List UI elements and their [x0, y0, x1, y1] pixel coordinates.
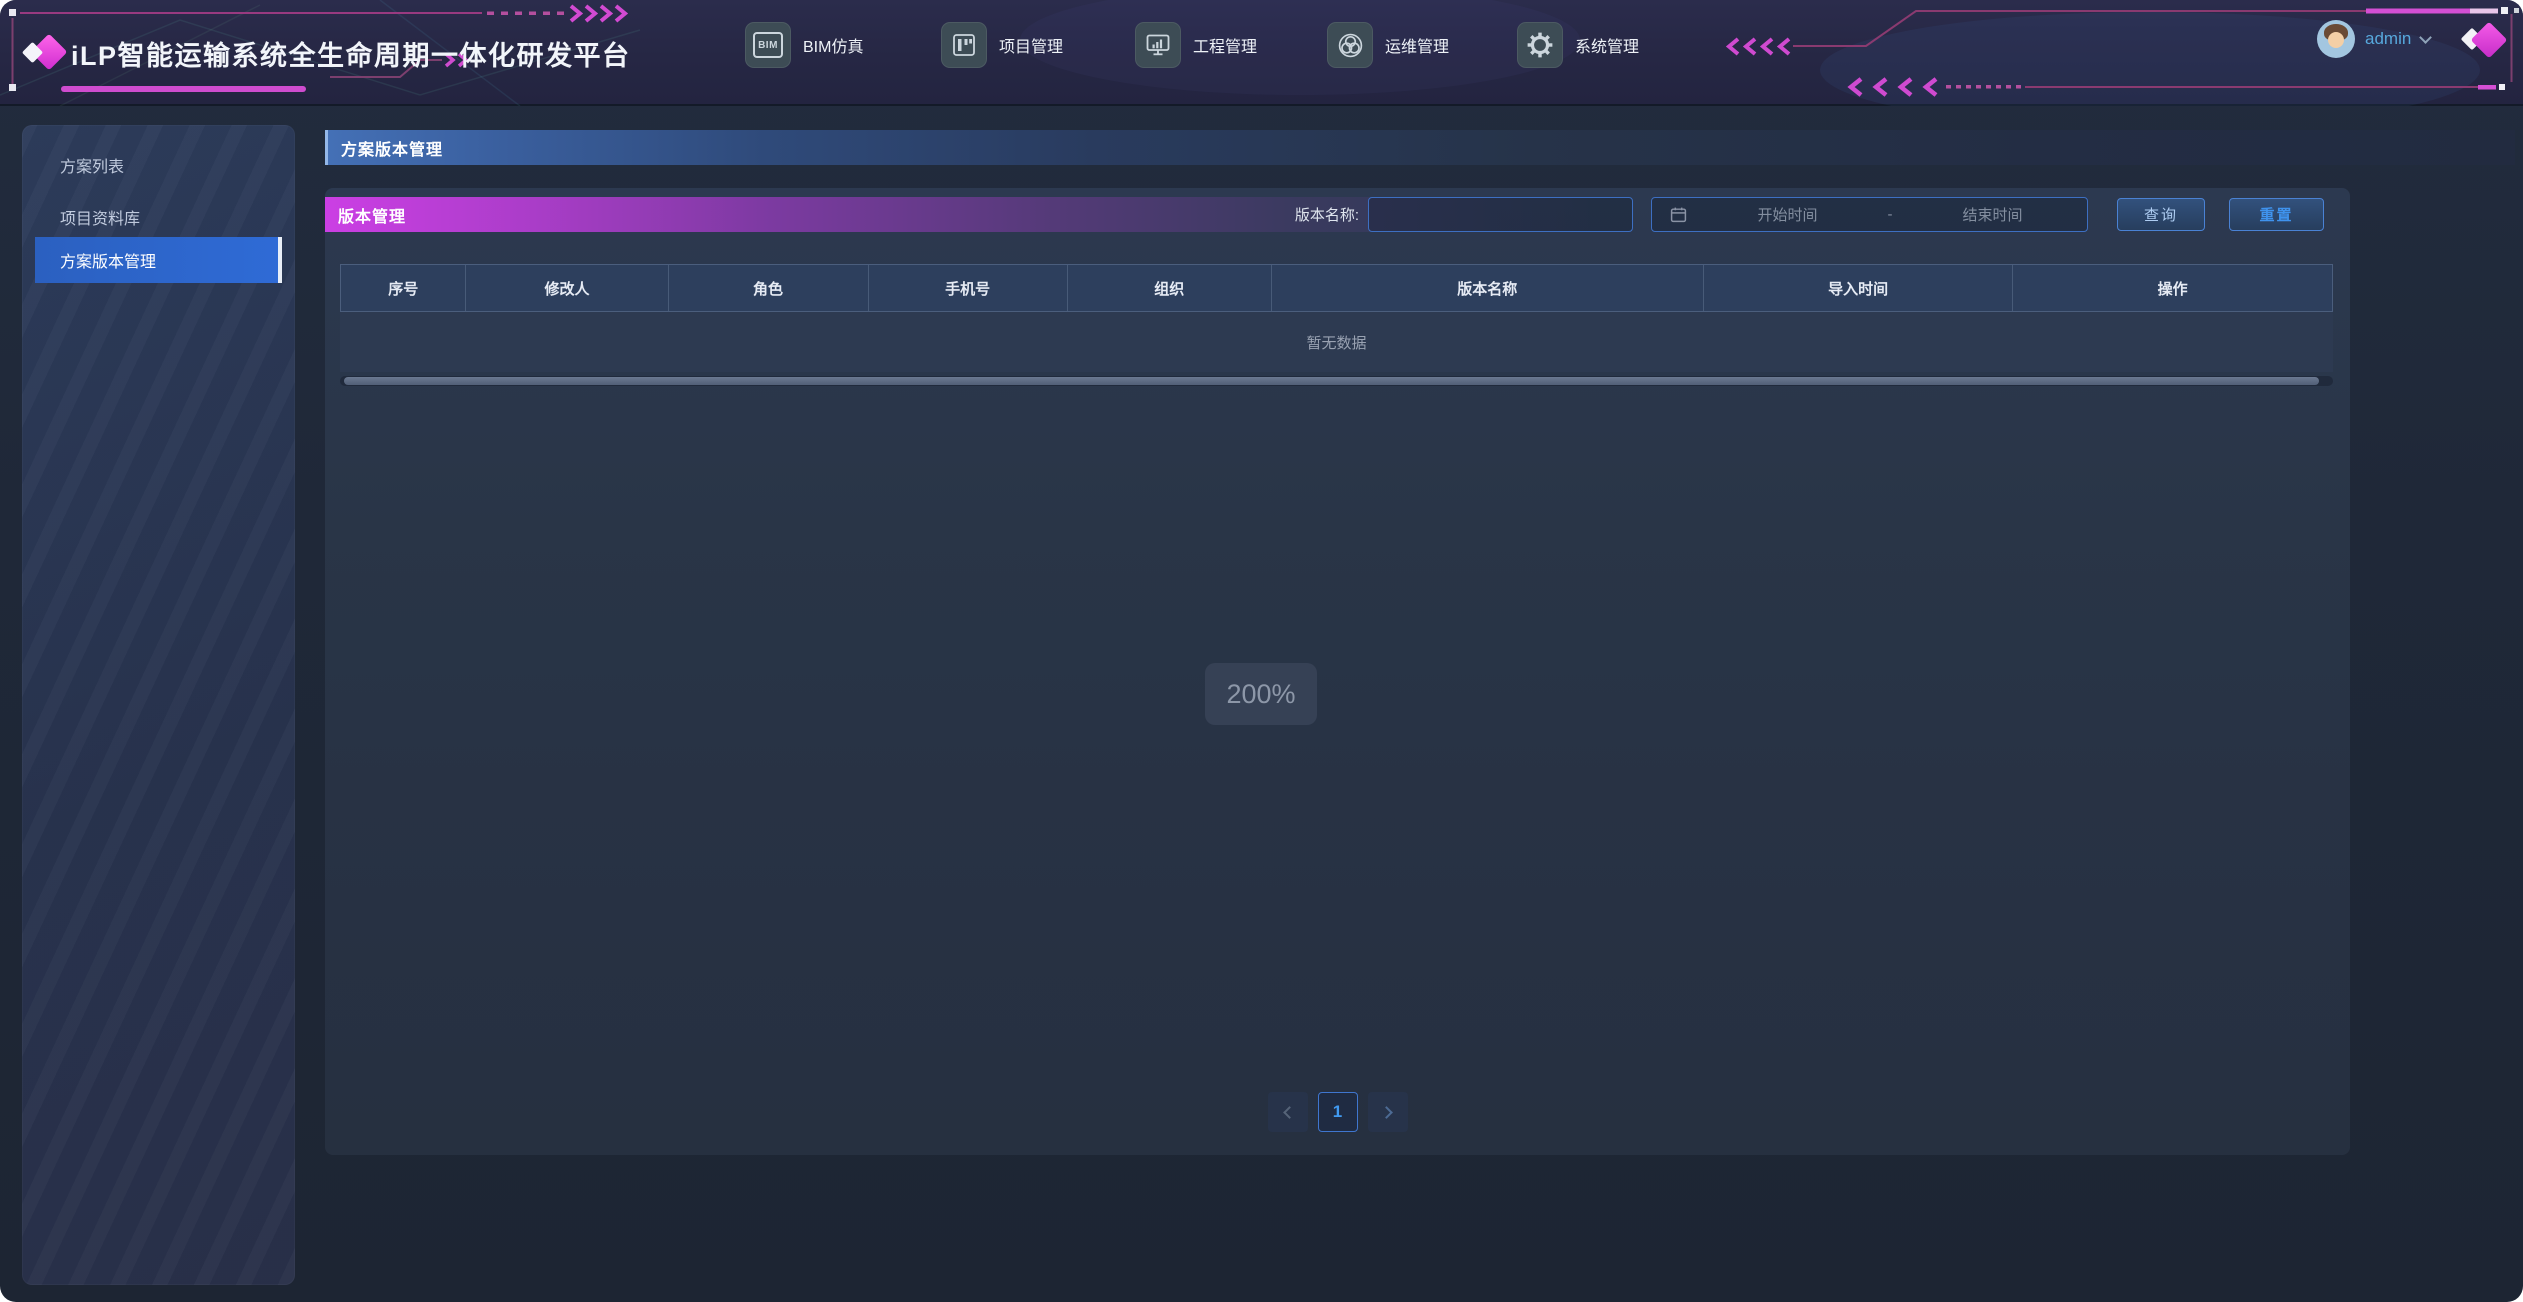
table-header-row: 序号 修改人 角色 手机号 组织 版本名称 导入时间 操作: [340, 264, 2333, 312]
nav-item-bim[interactable]: BIM BIM仿真: [745, 22, 863, 68]
pagination: 1: [325, 1092, 2350, 1132]
version-name-label: 版本名称:: [1295, 204, 1359, 225]
reset-button[interactable]: 重置: [2229, 198, 2324, 231]
username: admin: [2365, 29, 2411, 49]
col-organization: 组织: [1068, 265, 1272, 311]
nav-item-project[interactable]: 项目管理: [941, 22, 1063, 68]
nav-label: 工程管理: [1193, 33, 1257, 57]
venn-circles-icon: [1327, 22, 1373, 68]
version-table: 序号 修改人 角色 手机号 组织 版本名称 导入时间 操作 暂无数据: [340, 264, 2333, 386]
top-header: iLP智能运输系统全生命周期一体化研发平台 BIM BIM仿真 项目管理: [0, 0, 2523, 106]
start-date-placeholder[interactable]: 开始时间: [1693, 204, 1882, 225]
nav-label: 项目管理: [999, 33, 1063, 57]
active-indicator: [278, 237, 282, 283]
page-title: 方案版本管理: [328, 136, 443, 160]
nav-item-engineering[interactable]: 工程管理: [1135, 22, 1257, 68]
horizontal-scrollbar: [340, 376, 2333, 386]
scrollbar-thumb[interactable]: [344, 377, 2319, 385]
chevron-down-icon: [2419, 31, 2432, 44]
project-board-icon: [941, 22, 987, 68]
page-1-button[interactable]: 1: [1318, 1092, 1358, 1132]
monitor-chart-icon: [1135, 22, 1181, 68]
col-version-name: 版本名称: [1272, 265, 1704, 311]
avatar: [2317, 20, 2355, 58]
filter-toolbar: 版本名称: 开始时间 - 结束时间 查询 重置: [1295, 197, 2324, 232]
header-right-ornament-icon: [2462, 22, 2508, 68]
app-title: iLP智能运输系统全生命周期一体化研发平台: [71, 0, 631, 106]
calendar-icon: [1670, 206, 1687, 223]
prev-page-button[interactable]: [1268, 1092, 1308, 1132]
version-name-input[interactable]: [1368, 197, 1633, 232]
bim-icon: BIM: [745, 22, 791, 68]
date-range-picker[interactable]: 开始时间 - 结束时间: [1651, 197, 2088, 232]
col-role: 角色: [669, 265, 869, 311]
zoom-level-toast: 200%: [1205, 663, 1317, 725]
col-serial: 序号: [341, 265, 466, 311]
next-page-button[interactable]: [1368, 1092, 1408, 1132]
sidebar-item-plan-list[interactable]: 方案列表: [22, 145, 295, 185]
nav-label: BIM仿真: [803, 33, 863, 57]
chevron-left-icon: [1283, 1106, 1296, 1119]
search-button[interactable]: 查询: [2117, 198, 2205, 231]
end-date-placeholder[interactable]: 结束时间: [1898, 204, 2087, 225]
sidebar: 方案列表 项目资料库 方案版本管理: [22, 125, 295, 1285]
sidebar-item-version-management[interactable]: 方案版本管理: [35, 237, 282, 283]
empty-state: 暂无数据: [340, 312, 2333, 372]
nav-label: 运维管理: [1385, 33, 1449, 57]
gear-icon: [1517, 22, 1563, 68]
chevron-right-icon: [1380, 1106, 1393, 1119]
sidebar-item-project-library[interactable]: 项目资料库: [22, 197, 295, 237]
page-title-bar: 方案版本管理: [325, 130, 2515, 165]
app-window: iLP智能运输系统全生命周期一体化研发平台 BIM BIM仿真 项目管理: [0, 0, 2523, 1302]
sidebar-item-label: 方案版本管理: [60, 248, 156, 272]
nav-label: 系统管理: [1575, 33, 1639, 57]
section-title: 版本管理: [338, 197, 406, 232]
col-modifier: 修改人: [466, 265, 668, 311]
content-panel: 版本管理 版本名称: 开始时间 - 结束时间: [325, 188, 2350, 1155]
platform-logo-icon: [24, 33, 68, 77]
section-header-row: 版本管理 版本名称: 开始时间 - 结束时间: [325, 197, 2350, 232]
nav-item-operations[interactable]: 运维管理: [1327, 22, 1449, 68]
col-import-time: 导入时间: [1704, 265, 2014, 311]
col-phone: 手机号: [869, 265, 1068, 311]
col-actions: 操作: [2013, 265, 2332, 311]
user-menu[interactable]: admin: [2317, 19, 2430, 59]
date-range-separator: -: [1882, 206, 1898, 223]
nav-item-system[interactable]: 系统管理: [1517, 22, 1639, 68]
